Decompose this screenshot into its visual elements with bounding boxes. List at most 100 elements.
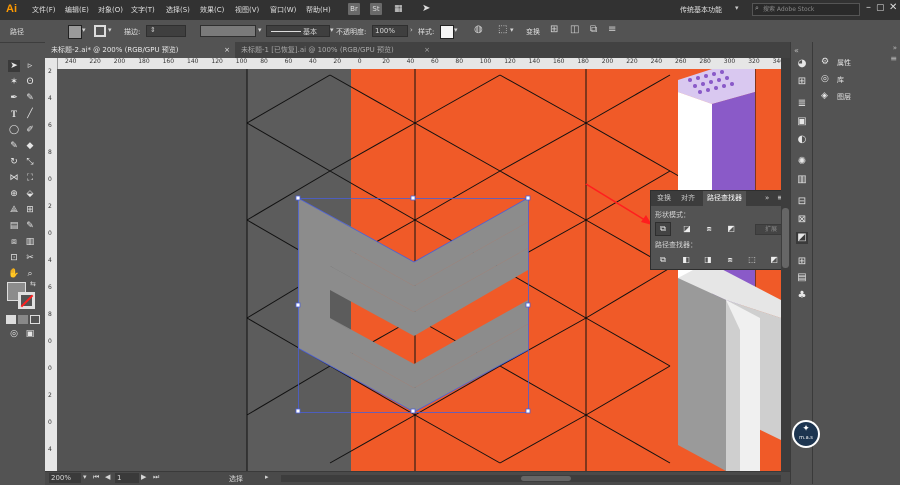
panel-item-properties[interactable]: 属性	[837, 58, 851, 68]
collapse-icon[interactable]: »	[765, 194, 769, 202]
transform-icon[interactable]: ⊠	[796, 214, 808, 226]
chevron-right-icon[interactable]: ▸	[265, 473, 269, 481]
artboard-number[interactable]: 1	[115, 473, 139, 483]
selection-tool-icon[interactable]: ➤	[8, 60, 20, 72]
chevron-down-icon[interactable]: ▾	[735, 4, 739, 12]
stepper-icon[interactable]: ⇕	[150, 26, 156, 34]
stock-search-input[interactable]: 搜索 Adobe Stock	[752, 3, 860, 16]
arrange-icon[interactable]: ⧉	[590, 24, 597, 35]
stock-button[interactable]: St	[370, 3, 382, 15]
crop-button[interactable]: ⧈	[723, 254, 737, 266]
free-transform-tool-icon[interactable]: ⛶	[24, 172, 36, 184]
collapse-icon[interactable]: »	[893, 44, 897, 52]
eyedropper-tool-icon[interactable]: ✎	[24, 220, 36, 232]
prev-artboard-icon[interactable]: ◀	[105, 473, 110, 481]
minus-front-button[interactable]: ◪	[679, 222, 695, 236]
stroke-color-swatch[interactable]	[18, 292, 35, 309]
ellipse-tool-icon[interactable]: ◯	[8, 124, 20, 136]
rotate-tool-icon[interactable]: ↻	[8, 156, 20, 168]
graph-tool-icon[interactable]: ▥	[24, 236, 36, 248]
zoom-select[interactable]: 200%	[49, 473, 81, 483]
shaper-tool-icon[interactable]: ✎	[8, 140, 20, 152]
transform-icon[interactable]: ⊞	[550, 24, 558, 35]
scale-tool-icon[interactable]: ⤡	[24, 156, 36, 168]
opacity-label[interactable]: 不透明度:	[336, 27, 366, 37]
magic-wand-tool-icon[interactable]: ✶	[8, 76, 20, 88]
gradient-icon[interactable]: ▣	[796, 116, 808, 128]
chevron-down-icon[interactable]: ▾	[83, 473, 87, 481]
pathfinder-icon[interactable]: ◩	[796, 232, 808, 244]
curvature-tool-icon[interactable]: ✎	[24, 92, 36, 104]
panel-menu-icon[interactable]: ≡	[890, 54, 897, 63]
panel-item-layers[interactable]: 图层	[837, 92, 851, 102]
horizontal-scrollbar[interactable]	[281, 475, 781, 482]
live-paint-tool-icon[interactable]: ⬙	[24, 188, 36, 200]
menu-window[interactable]: 窗口(W)	[270, 5, 296, 15]
scroll-thumb[interactable]	[782, 208, 789, 268]
chevron-down-icon[interactable]: ▾	[258, 26, 262, 34]
menu-file[interactable]: 文件(F)	[32, 5, 56, 15]
merge-button[interactable]: ◨	[701, 254, 715, 266]
last-artboard-icon[interactable]: ⏭	[153, 473, 159, 482]
color-icon[interactable]: ◕	[796, 58, 808, 70]
close-icon[interactable]: ×	[224, 42, 230, 58]
bridge-button[interactable]: Br	[348, 3, 360, 15]
tab-pathfinder[interactable]: 路径查找器	[703, 191, 746, 206]
next-artboard-icon[interactable]: ▶	[141, 473, 146, 481]
chevron-down-icon[interactable]: ▾	[108, 26, 112, 34]
menu-help[interactable]: 帮助(H)	[306, 5, 331, 15]
scroll-thumb[interactable]	[521, 476, 571, 481]
close-icon[interactable]: ✕	[889, 2, 897, 13]
recolor-icon[interactable]: ◍	[474, 24, 483, 35]
align-icon[interactable]: ⬚	[498, 24, 507, 35]
menu-object[interactable]: 对象(O)	[98, 5, 123, 15]
draw-mode-icon[interactable]: ◎	[8, 328, 20, 340]
unite-button[interactable]: ⧉	[655, 222, 671, 236]
menu-select[interactable]: 选择(S)	[166, 5, 190, 15]
artboard-canvas[interactable]	[57, 69, 781, 471]
gradient-tool-icon[interactable]: ▤	[8, 220, 20, 232]
first-artboard-icon[interactable]: ⏮	[93, 473, 99, 482]
menu-effect[interactable]: 效果(C)	[200, 5, 224, 15]
pen-tool-icon[interactable]: ✒	[8, 92, 20, 104]
artboard-tool-icon[interactable]: ⊡	[8, 252, 20, 264]
workspace-switcher[interactable]: 传统基本功能	[680, 5, 722, 15]
symbols-icon[interactable]: ♣	[796, 290, 808, 302]
tab-untitled-2[interactable]: 未标题-2.ai* @ 200% (RGB/GPU 预览) ×	[45, 42, 235, 58]
exclude-button[interactable]: ◩	[723, 222, 739, 236]
tab-untitled-1[interactable]: 未标题-1 [已恢复].ai @ 100% (RGB/GPU 预览) ×	[235, 42, 435, 58]
slice-tool-icon[interactable]: ✂	[24, 252, 36, 264]
fill-swatch[interactable]	[68, 25, 82, 39]
menu-lines-icon[interactable]: ≡	[608, 24, 616, 35]
mesh-tool-icon[interactable]: ⊞	[24, 204, 36, 216]
artboards-icon[interactable]: ▤	[796, 272, 808, 284]
stroke-swatch[interactable]	[94, 25, 106, 37]
transparency-icon[interactable]: ◐	[796, 134, 808, 146]
appearance-icon[interactable]: ✺	[796, 156, 808, 168]
direct-selection-tool-icon[interactable]: ▹	[24, 60, 36, 72]
isolate-icon[interactable]: ◫	[570, 24, 579, 35]
trim-button[interactable]: ◧	[679, 254, 693, 266]
menu-edit[interactable]: 编辑(E)	[65, 5, 89, 15]
minus-back-button[interactable]: ◩	[767, 254, 781, 266]
color-mode-icon[interactable]	[6, 315, 16, 324]
tab-align[interactable]: 对齐	[677, 191, 699, 206]
chevron-down-icon[interactable]: ▾	[454, 26, 458, 34]
panel-item-libraries[interactable]: 库	[837, 75, 844, 85]
intersect-button[interactable]: ⧈	[701, 222, 717, 236]
chevron-down-icon[interactable]: ›	[410, 26, 413, 34]
lasso-tool-icon[interactable]: ʘ	[24, 76, 36, 88]
tab-transform[interactable]: 变换	[653, 191, 675, 206]
graphic-style-swatch[interactable]	[440, 25, 454, 39]
close-icon[interactable]: ×	[424, 42, 430, 58]
transform-link[interactable]: 变换	[526, 27, 540, 37]
collapse-icon[interactable]: «	[794, 46, 799, 55]
align-icon[interactable]: ⊟	[796, 196, 808, 208]
outline-button[interactable]: ⬚	[745, 254, 759, 266]
swap-colors-icon[interactable]: ⇆	[30, 280, 36, 288]
none-mode-icon[interactable]	[30, 315, 40, 324]
screen-mode-icon[interactable]: ▣	[24, 328, 36, 340]
width-tool-icon[interactable]: ⋈	[8, 172, 20, 184]
swatches-icon[interactable]: ⊞	[796, 76, 808, 88]
minimize-icon[interactable]: –	[866, 2, 871, 13]
